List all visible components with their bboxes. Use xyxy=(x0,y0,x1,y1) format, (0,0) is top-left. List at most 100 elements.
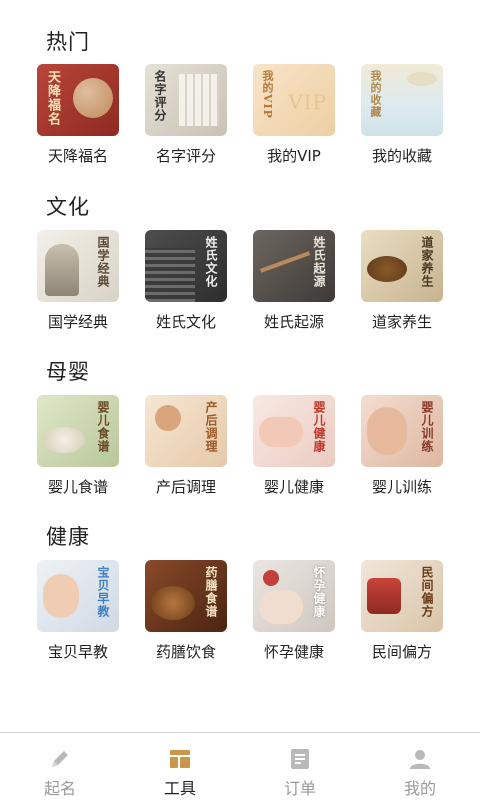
tool-item-postpartum-care[interactable]: 产后调理 产后调理 xyxy=(132,395,240,497)
section-grid-mother-baby: 婴儿食谱 婴儿食谱 产后调理 产后调理 婴儿健康 婴儿健康 婴儿训练 婴儿训练 xyxy=(24,395,456,497)
tool-label: 国学经典 xyxy=(47,313,108,331)
tile-surname-culture: 姓氏文化 xyxy=(145,230,227,302)
tool-item-surname-origin[interactable]: 姓氏起源 姓氏起源 xyxy=(240,230,348,332)
tool-item-baby-recipes[interactable]: 婴儿食谱 婴儿食谱 xyxy=(24,395,132,497)
tool-label: 产后调理 xyxy=(155,478,216,496)
tile-guoxue-classics: 国学经典 xyxy=(37,230,119,302)
tool-label: 姓氏起源 xyxy=(263,313,324,331)
tools-page: 热门 天降福名 天降福名 名字评分 名字评分 我的VIP VIP 我的VIP 我… xyxy=(0,0,480,732)
tool-item-surname-culture[interactable]: 姓氏文化 姓氏文化 xyxy=(132,230,240,332)
tile-folk-remedies: 民间偏方 xyxy=(361,560,443,632)
tile-postpartum-care: 产后调理 xyxy=(145,395,227,467)
tool-item-baby-health[interactable]: 婴儿健康 婴儿健康 xyxy=(240,395,348,497)
tile-text: 民间偏方 xyxy=(420,566,434,618)
section-grid-hot: 天降福名 天降福名 名字评分 名字评分 我的VIP VIP 我的VIP 我的收藏… xyxy=(24,64,456,166)
child-portrait-icon xyxy=(43,574,79,618)
mother-baby-icon xyxy=(367,407,407,455)
tile-pregnancy-health: 怀孕健康 xyxy=(253,560,335,632)
tile-text: 天降福名 xyxy=(45,70,60,126)
tab-tools[interactable]: 工具 xyxy=(120,733,240,801)
tool-label: 我的收藏 xyxy=(371,147,432,165)
tile-tianjiang-fuming: 天降福名 xyxy=(37,64,119,136)
tile-baby-training: 婴儿训练 xyxy=(361,395,443,467)
tool-item-tianjiang-fuming[interactable]: 天降福名 天降福名 xyxy=(24,64,132,166)
mother-portrait-icon xyxy=(155,405,181,431)
tile-my-vip: 我的VIP VIP xyxy=(253,64,335,136)
tile-baby-recipes: 婴儿食谱 xyxy=(37,395,119,467)
tile-text: 宝贝早教 xyxy=(96,566,110,618)
tool-label: 天降福名 xyxy=(47,147,108,165)
tool-label: 婴儿训练 xyxy=(371,478,432,496)
tile-text: 名字评分 xyxy=(153,70,167,122)
pen-icon xyxy=(52,751,68,767)
tile-text: 我的收藏 xyxy=(369,70,382,118)
tile-daoist-wellness: 道家养生 xyxy=(361,230,443,302)
section-grid-culture: 国学经典 国学经典 姓氏文化 姓氏文化 姓氏起源 姓氏起源 道家养生 道家养生 xyxy=(24,230,456,332)
section-title-culture: 文化 xyxy=(46,195,90,219)
paper-icon xyxy=(179,74,219,126)
apple-icon xyxy=(263,570,279,586)
confucius-statue-icon xyxy=(45,244,79,296)
tab-label: 工具 xyxy=(163,779,196,798)
tab-label: 我的 xyxy=(403,779,436,798)
vip-watermark-icon: VIP xyxy=(288,90,327,114)
tile-text: 婴儿健康 xyxy=(312,401,326,453)
tool-label: 名字评分 xyxy=(155,147,216,165)
tile-text: 我的VIP xyxy=(261,70,274,119)
tile-text: 药膳食谱 xyxy=(204,566,218,618)
tool-label: 婴儿食谱 xyxy=(47,478,108,496)
section-grid-health: 宝贝早教 宝贝早教 药膳食谱 药膳饮食 怀孕健康 怀孕健康 民间偏方 民间偏方 xyxy=(24,560,456,662)
herbal-bowl-icon xyxy=(367,256,407,282)
tool-item-daoist-wellness[interactable]: 道家养生 道家养生 xyxy=(348,230,456,332)
tile-my-favorites: 我的收藏 xyxy=(361,64,443,136)
brush-icon xyxy=(259,251,311,273)
section-title-health: 健康 xyxy=(46,525,90,549)
tile-text: 道家养生 xyxy=(420,236,434,288)
cloud-icon xyxy=(407,72,437,86)
section-title-mother-baby: 母婴 xyxy=(46,360,90,384)
herb-jar-icon xyxy=(367,578,401,614)
tool-label: 我的VIP xyxy=(267,147,321,165)
tile-text: 婴儿食谱 xyxy=(96,401,110,453)
tool-label: 民间偏方 xyxy=(371,643,432,661)
bottom-tab-bar: 起名 工具 订单 我的 xyxy=(0,732,480,801)
stew-pot-icon xyxy=(151,586,195,620)
tool-label: 怀孕健康 xyxy=(263,643,324,661)
movable-type-icon xyxy=(145,248,195,302)
tab-me[interactable]: 我的 xyxy=(360,733,480,801)
tile-early-education: 宝贝早教 xyxy=(37,560,119,632)
tool-item-baby-training[interactable]: 婴儿训练 婴儿训练 xyxy=(348,395,456,497)
tile-text: 怀孕健康 xyxy=(312,566,326,618)
tool-item-name-score[interactable]: 名字评分 名字评分 xyxy=(132,64,240,166)
tool-item-my-favorites[interactable]: 我的收藏 我的收藏 xyxy=(348,64,456,166)
tile-baby-health: 婴儿健康 xyxy=(253,395,335,467)
tool-item-guoxue-classics[interactable]: 国学经典 国学经典 xyxy=(24,230,132,332)
tab-label: 起名 xyxy=(43,779,76,798)
tool-label: 婴儿健康 xyxy=(263,478,324,496)
baby-hands-icon xyxy=(259,417,303,447)
tool-label: 药膳饮食 xyxy=(155,643,216,661)
tile-medicinal-diet: 药膳食谱 xyxy=(145,560,227,632)
tool-item-folk-remedies[interactable]: 民间偏方 民间偏方 xyxy=(348,560,456,662)
tool-label: 姓氏文化 xyxy=(155,313,216,331)
tab-orders[interactable]: 订单 xyxy=(240,733,360,801)
tab-naming[interactable]: 起名 xyxy=(0,733,120,801)
order-list-icon xyxy=(291,749,309,769)
tab-label: 订单 xyxy=(283,779,316,798)
tool-label: 宝贝早教 xyxy=(47,643,108,661)
porridge-bowl-icon xyxy=(43,427,85,453)
tools-icon xyxy=(170,750,190,768)
tool-item-early-education[interactable]: 宝贝早教 宝贝早教 xyxy=(24,560,132,662)
pregnant-belly-icon xyxy=(259,590,303,624)
tool-item-pregnancy-health[interactable]: 怀孕健康 怀孕健康 xyxy=(240,560,348,662)
tile-text: 姓氏文化 xyxy=(204,236,218,288)
tile-text: 姓氏起源 xyxy=(312,236,326,288)
tile-text: 国学经典 xyxy=(96,236,110,288)
tool-item-medicinal-diet[interactable]: 药膳食谱 药膳饮食 xyxy=(132,560,240,662)
tool-item-my-vip[interactable]: 我的VIP VIP 我的VIP xyxy=(240,64,348,166)
tile-surname-origin: 姓氏起源 xyxy=(253,230,335,302)
user-icon xyxy=(410,750,430,769)
section-title-hot: 热门 xyxy=(46,30,90,54)
tile-text: 婴儿训练 xyxy=(420,401,434,453)
tile-text: 产后调理 xyxy=(204,401,218,453)
